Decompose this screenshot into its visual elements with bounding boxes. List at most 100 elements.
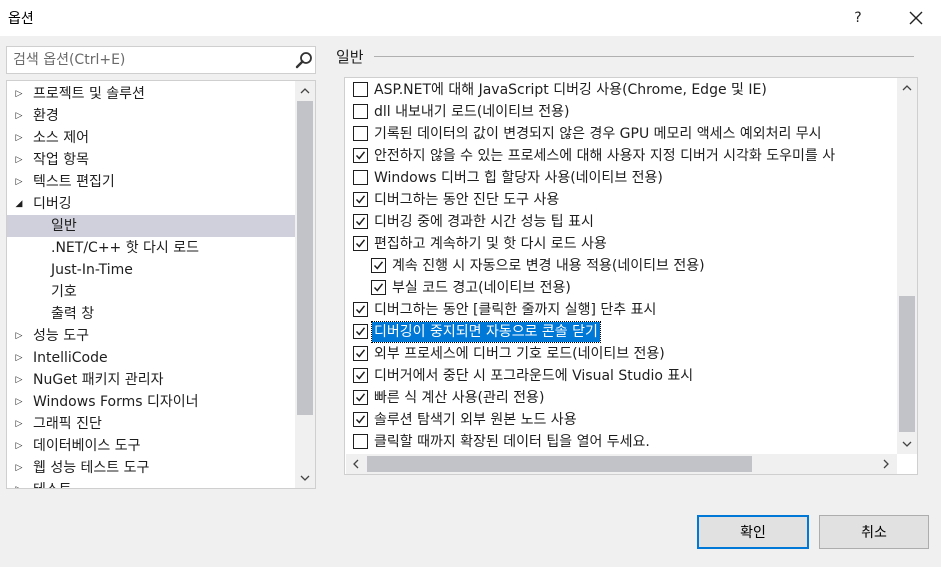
- ok-button[interactable]: 확인: [697, 515, 809, 549]
- option-label: 편집하고 계속하기 및 핫 다시 로드 사용: [374, 236, 607, 252]
- tree-expand-icon[interactable]: ▷: [13, 83, 25, 105]
- tree-item[interactable]: 출력 창: [7, 303, 295, 325]
- tree-item-label: 데이터베이스 도구: [33, 438, 141, 454]
- option-row[interactable]: 디버거에서 중단 시 포그라운드에 Visual Studio 표시: [353, 365, 893, 387]
- tree-expand-icon[interactable]: ▷: [13, 457, 25, 479]
- option-row[interactable]: ASP.NET에 대해 JavaScript 디버깅 사용(Chrome, Ed…: [353, 79, 893, 101]
- tree-item[interactable]: ▷ 테스트: [7, 479, 295, 488]
- option-checkbox[interactable]: [353, 104, 368, 119]
- option-row[interactable]: 편집하고 계속하기 및 핫 다시 로드 사용: [353, 233, 893, 255]
- list-scroll-left-button[interactable]: [346, 454, 366, 474]
- list-scroll-down-button[interactable]: [897, 434, 917, 454]
- list-scroll-thumb[interactable]: [899, 296, 915, 432]
- tree-item[interactable]: ▷ 소스 제어: [7, 127, 295, 149]
- option-checkbox[interactable]: [353, 214, 368, 229]
- search-input[interactable]: [13, 50, 283, 70]
- option-row[interactable]: 클릭할 때까지 확장된 데이터 팁을 열어 두세요.: [353, 431, 893, 453]
- option-row[interactable]: 디버깅이 중지되면 자동으로 콘솔 닫기: [353, 321, 893, 343]
- option-row[interactable]: dll 내보내기 로드(네이티브 전용): [353, 101, 893, 123]
- tree-scrollbar[interactable]: [295, 81, 315, 488]
- option-row[interactable]: 디버그하는 동안 [클릭한 줄까지 실행] 단추 표시: [353, 299, 893, 321]
- list-scrollbar[interactable]: [897, 78, 917, 454]
- list-hscroll-thumb[interactable]: [367, 456, 752, 472]
- option-row[interactable]: 빠른 식 계산 사용(관리 전용): [353, 387, 893, 409]
- option-row[interactable]: 계속 진행 시 자동으로 변경 내용 적용(네이티브 전용): [371, 255, 911, 277]
- option-label: 디버깅 중에 경과한 시간 성능 팁 표시: [374, 214, 594, 230]
- tree-item[interactable]: .NET/C++ 핫 다시 로드: [7, 237, 295, 259]
- tree-item[interactable]: ◢ 디버깅: [7, 193, 295, 215]
- cancel-button[interactable]: 취소: [819, 515, 929, 549]
- option-row[interactable]: 안전하지 않을 수 있는 프로세스에 대해 사용자 지정 디버거 시각화 도우미…: [353, 145, 893, 167]
- option-checkbox[interactable]: [353, 368, 368, 383]
- tree-item-label: 출력 창: [51, 306, 95, 322]
- option-row[interactable]: 디버그하는 동안 진단 도구 사용: [353, 189, 893, 211]
- title-bar: 옵션 ?: [0, 0, 941, 36]
- option-row[interactable]: 부실 코드 경고(네이티브 전용): [371, 277, 911, 299]
- tree-expand-icon[interactable]: ▷: [13, 127, 25, 149]
- tree-expand-icon[interactable]: ▷: [13, 369, 25, 391]
- tree-item[interactable]: ▷ 환경: [7, 105, 295, 127]
- tree-expand-icon[interactable]: ▷: [13, 149, 25, 171]
- tree-item[interactable]: ▷ 텍스트 편집기: [7, 171, 295, 193]
- option-row[interactable]: 디버깅 중에 경과한 시간 성능 팁 표시: [353, 211, 893, 233]
- tree-item[interactable]: ▷ 그래픽 진단: [7, 413, 295, 435]
- option-row[interactable]: Windows 디버그 힙 할당자 사용(네이티브 전용): [353, 167, 893, 189]
- tree-item[interactable]: Just-In-Time: [7, 259, 295, 281]
- chevron-down-icon: [902, 441, 912, 447]
- tree-scroll-up-button[interactable]: [295, 81, 315, 101]
- option-label: Windows 디버그 힙 할당자 사용(네이티브 전용): [374, 170, 663, 186]
- list-horizontal-scrollbar[interactable]: [346, 454, 897, 474]
- list-scroll-right-button[interactable]: [876, 454, 896, 474]
- tree-expand-icon[interactable]: ▷: [13, 347, 25, 369]
- tree-item[interactable]: ▷ IntelliCode: [7, 347, 295, 369]
- search-box: [6, 46, 316, 74]
- option-checkbox[interactable]: [353, 192, 368, 207]
- tree-item[interactable]: ▷ 프로젝트 및 솔루션: [7, 83, 295, 105]
- tree-item[interactable]: ▷ 성능 도구: [7, 325, 295, 347]
- option-label: 디버그하는 동안 [클릭한 줄까지 실행] 단추 표시: [374, 302, 657, 318]
- option-checkbox[interactable]: [353, 412, 368, 427]
- chevron-right-icon: [883, 459, 889, 469]
- tree-item[interactable]: ▷ NuGet 패키지 관리자: [7, 369, 295, 391]
- list-scroll-up-button[interactable]: [897, 78, 917, 98]
- tree-item[interactable]: ▷ 데이터베이스 도구: [7, 435, 295, 457]
- option-checkbox[interactable]: [353, 148, 368, 163]
- check-icon: [355, 195, 366, 204]
- option-checkbox[interactable]: [353, 390, 368, 405]
- option-label: 안전하지 않을 수 있는 프로세스에 대해 사용자 지정 디버거 시각화 도우미…: [374, 148, 836, 164]
- tree-item[interactable]: 일반: [7, 215, 295, 237]
- tree-expand-icon[interactable]: ▷: [13, 171, 25, 193]
- tree-item[interactable]: ▷ 작업 항목: [7, 149, 295, 171]
- tree-scroll-down-button[interactable]: [295, 468, 315, 488]
- option-label: ASP.NET에 대해 JavaScript 디버깅 사용(Chrome, Ed…: [374, 82, 767, 98]
- tree-expand-icon[interactable]: ▷: [13, 479, 25, 488]
- option-row[interactable]: 기록된 데이터의 값이 변경되지 않은 경우 GPU 메모리 액세스 예외처리 …: [353, 123, 893, 145]
- option-checkbox[interactable]: [353, 82, 368, 97]
- option-row[interactable]: 외부 프로세스에 디버그 기호 로드(네이티브 전용): [353, 343, 893, 365]
- option-checkbox[interactable]: [371, 280, 386, 295]
- option-checkbox[interactable]: [371, 258, 386, 273]
- search-icon[interactable]: [295, 51, 313, 69]
- tree-collapse-icon[interactable]: ◢: [13, 193, 25, 215]
- tree-item[interactable]: ▷ 웹 성능 테스트 도구: [7, 457, 295, 479]
- tree-expand-icon[interactable]: ▷: [13, 391, 25, 413]
- option-row[interactable]: 솔루션 탐색기 외부 원본 노드 사용: [353, 409, 893, 431]
- help-button[interactable]: ?: [842, 2, 874, 34]
- tree-expand-icon[interactable]: ▷: [13, 325, 25, 347]
- option-checkbox[interactable]: [353, 170, 368, 185]
- tree-item[interactable]: 기호: [7, 281, 295, 303]
- tree-expand-icon[interactable]: ▷: [13, 105, 25, 127]
- option-checkbox[interactable]: [353, 346, 368, 361]
- tree-item-label: 성능 도구: [33, 328, 89, 344]
- option-checkbox[interactable]: [353, 434, 368, 449]
- tree-scroll-thumb[interactable]: [297, 101, 313, 415]
- tree-item-label: 일반: [51, 218, 77, 234]
- close-button[interactable]: [898, 2, 934, 34]
- tree-item[interactable]: ▷ Windows Forms 디자이너: [7, 391, 295, 413]
- tree-expand-icon[interactable]: ▷: [13, 435, 25, 457]
- option-checkbox[interactable]: [353, 126, 368, 141]
- tree-expand-icon[interactable]: ▷: [13, 413, 25, 435]
- option-checkbox[interactable]: [353, 324, 368, 339]
- option-checkbox[interactable]: [353, 302, 368, 317]
- option-checkbox[interactable]: [353, 236, 368, 251]
